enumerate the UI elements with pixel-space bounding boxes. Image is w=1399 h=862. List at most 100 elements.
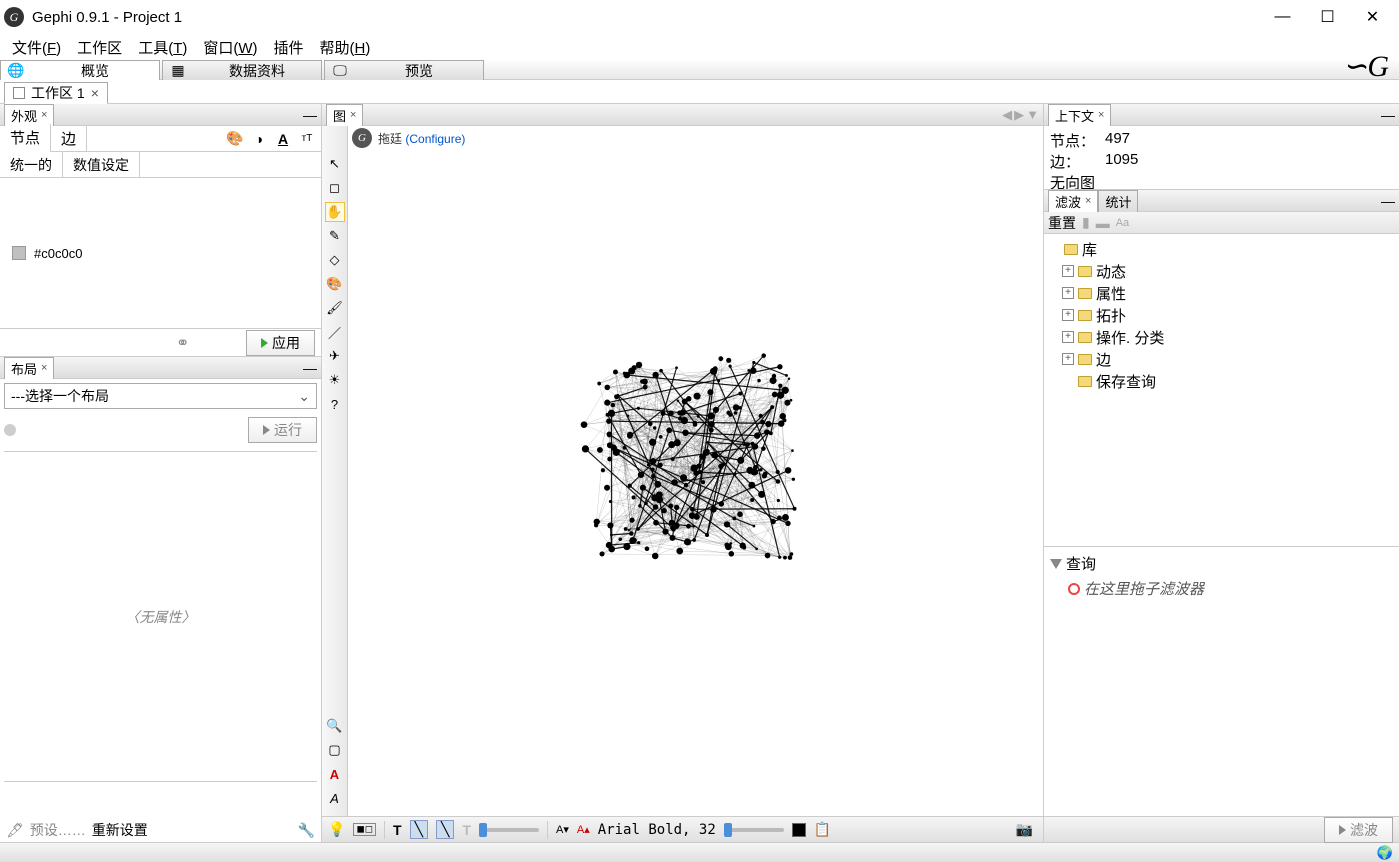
menu-file[interactable]: 文件(F)	[4, 35, 69, 60]
close-icon[interactable]: ×	[41, 109, 47, 121]
bulb-icon[interactable]: 💡	[328, 821, 345, 838]
close-button[interactable]: ✕	[1350, 2, 1395, 32]
stats-tab[interactable]: 统计	[1098, 190, 1138, 212]
menu-plugins[interactable]: 插件	[266, 35, 312, 60]
help-cursor-icon[interactable]: ?	[325, 394, 345, 414]
tree-dynamic[interactable]: +动态	[1048, 260, 1395, 282]
nav-dropdown-icon[interactable]: ▼	[1026, 107, 1039, 123]
tree-topology[interactable]: +拓扑	[1048, 304, 1395, 326]
configure-link[interactable]: (Configure)	[405, 132, 465, 146]
font-label[interactable]: Arial Bold, 32	[598, 822, 716, 838]
numeric-tab[interactable]: 数值设定	[63, 152, 140, 178]
minimize-panel-icon[interactable]: —	[1381, 107, 1395, 123]
node-tab[interactable]: 节点	[0, 124, 51, 153]
font-size-slider[interactable]	[724, 828, 784, 832]
menu-workspace[interactable]: 工作区	[69, 35, 130, 60]
expand-icon[interactable]: +	[1062, 287, 1074, 299]
reset-link[interactable]: 重新设置	[92, 820, 148, 840]
clipboard-icon[interactable]: 📋	[814, 821, 831, 838]
text-t-icon[interactable]: T	[393, 822, 402, 838]
color-tool1-icon[interactable]: ╲	[410, 820, 428, 839]
label-size-icon[interactable]: тT	[297, 130, 317, 148]
text-a-icon[interactable]: A	[325, 788, 345, 808]
color-swatch[interactable]	[12, 246, 26, 260]
minimize-panel-icon[interactable]: —	[303, 107, 317, 123]
edge-tab[interactable]: 边	[51, 125, 87, 152]
menu-window[interactable]: 窗口(W)	[195, 35, 265, 60]
graph-canvas[interactable]: G 拖廷 (Configure)	[348, 126, 1043, 816]
airplane-icon[interactable]: ✈	[325, 346, 345, 366]
font-color-swatch[interactable]	[792, 823, 806, 837]
font-inc-icon[interactable]: A▴	[577, 823, 590, 836]
expand-icon[interactable]: +	[1062, 353, 1074, 365]
palette-tool-icon[interactable]: 🎨	[325, 274, 345, 294]
apply-button[interactable]: 应用	[246, 330, 315, 356]
graph-tab[interactable]: 图 ×	[326, 104, 363, 126]
query-root[interactable]: 查询	[1048, 551, 1395, 576]
rect-select-icon[interactable]: ◻	[325, 178, 345, 198]
nav-left-icon[interactable]: ◀	[1002, 107, 1012, 123]
text-color-a-icon[interactable]: A	[325, 764, 345, 784]
tab-overview[interactable]: 🌐 概览	[0, 60, 160, 80]
label-color-icon[interactable]: A	[273, 130, 293, 148]
tree-attribute[interactable]: +属性	[1048, 282, 1395, 304]
uniform-tab[interactable]: 统一的	[0, 152, 63, 178]
tab-preview[interactable]: 🖵 预览	[324, 60, 484, 80]
export-icon[interactable]: ▬	[1096, 215, 1110, 231]
tree-edge[interactable]: +边	[1048, 348, 1395, 370]
filter-button[interactable]: 滤波	[1324, 817, 1393, 843]
preset-icon[interactable]: 🖋	[6, 822, 24, 839]
diamond-tool-icon[interactable]: ◇	[325, 250, 345, 270]
run-button[interactable]: 运行	[248, 417, 317, 443]
hand-tool-icon[interactable]: ✋	[325, 202, 345, 222]
pencil-tool-icon[interactable]: ✎	[325, 226, 345, 246]
expand-icon[interactable]: +	[1062, 265, 1074, 277]
appearance-tab[interactable]: 外观 ×	[4, 104, 54, 126]
tab-datalab[interactable]: ▦ 数据资料	[162, 60, 322, 80]
text-aa-icon[interactable]: Aa	[1116, 217, 1129, 229]
menu-help[interactable]: 帮助(H)	[312, 35, 379, 60]
toggle-icon[interactable]: ◼◻	[353, 823, 376, 836]
preset-link[interactable]: 预设……	[30, 820, 86, 840]
size-icon[interactable]: ◑	[249, 130, 269, 148]
menu-tools[interactable]: 工具(T)	[130, 35, 195, 60]
layout-tab[interactable]: 布局 ×	[4, 357, 54, 379]
tree-saved[interactable]: 保存查询	[1048, 370, 1395, 392]
edge-weight-slider[interactable]	[479, 828, 539, 832]
pointer-tool-icon[interactable]: ↖	[325, 154, 345, 174]
palette-icon[interactable]: 🎨	[225, 130, 245, 148]
minimize-panel-icon[interactable]: —	[1381, 193, 1395, 209]
minimize-panel-icon[interactable]: —	[303, 360, 317, 376]
zoom-icon[interactable]: 🔍	[325, 716, 345, 736]
nav-right-icon[interactable]: ▶	[1014, 107, 1024, 123]
filter-tab[interactable]: 滤波 ×	[1048, 190, 1098, 212]
maximize-button[interactable]: ☐	[1305, 2, 1350, 32]
context-tab[interactable]: 上下文 ×	[1048, 104, 1111, 126]
info-icon[interactable]	[4, 424, 16, 436]
wrench-icon[interactable]: 🔧	[298, 822, 315, 839]
fav-icon[interactable]: ▮	[1082, 214, 1090, 231]
close-icon[interactable]: ×	[41, 362, 47, 374]
status-globe-icon[interactable]: 🌍	[1377, 845, 1393, 861]
workspace-tab-1[interactable]: 工作区 1 ×	[4, 82, 108, 104]
expand-icon[interactable]: +	[1062, 331, 1074, 343]
layout-select[interactable]: ---选择一个布局 ⌄	[4, 383, 317, 409]
text-t2-icon[interactable]: T	[462, 822, 471, 838]
close-icon[interactable]: ×	[1085, 195, 1091, 207]
close-icon[interactable]: ×	[1098, 109, 1104, 121]
brush-tool-icon[interactable]: 🖌	[325, 298, 345, 318]
sun-icon[interactable]: ☀	[325, 370, 345, 390]
color-tool2-icon[interactable]: ╲	[436, 820, 454, 839]
reset-link[interactable]: 重置	[1048, 213, 1076, 233]
close-icon[interactable]: ×	[91, 85, 99, 101]
minimize-button[interactable]: —	[1260, 2, 1305, 32]
tree-operation[interactable]: +操作. 分类	[1048, 326, 1395, 348]
expand-icon[interactable]: +	[1062, 309, 1074, 321]
font-dec-icon[interactable]: A▾	[556, 823, 569, 836]
close-icon[interactable]: ×	[350, 109, 356, 121]
link-icon[interactable]: ⚭	[176, 333, 189, 353]
tree-library[interactable]: 库	[1048, 238, 1395, 260]
edge-tool-icon[interactable]: ／	[325, 322, 345, 342]
bg-color-icon[interactable]: ▢	[325, 740, 345, 760]
screenshot-icon[interactable]: 📷	[1016, 821, 1033, 838]
